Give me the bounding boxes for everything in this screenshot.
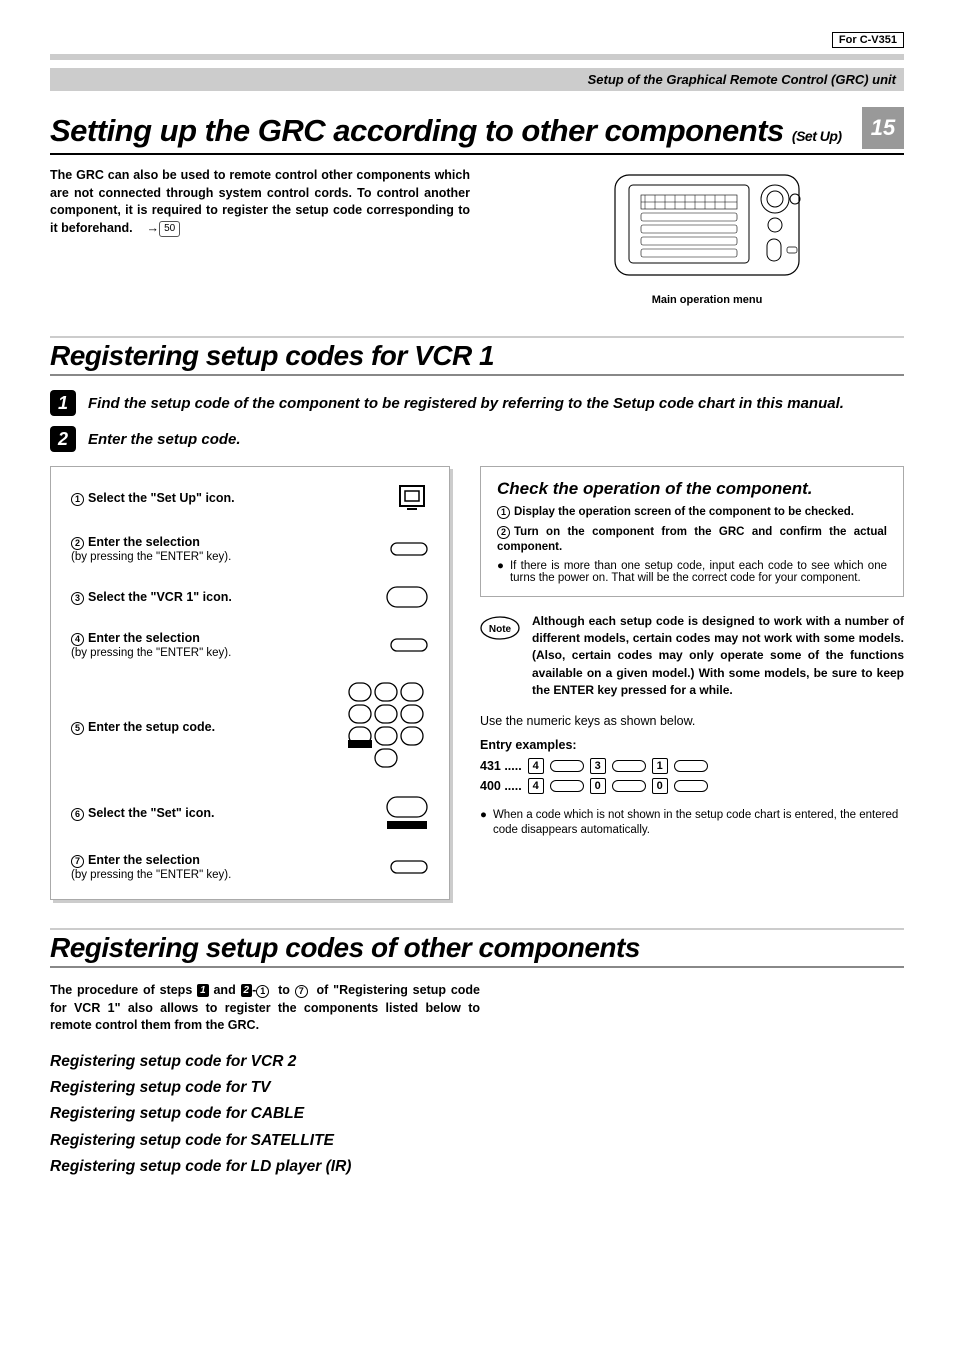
list-item: Registering setup code for VCR 2 [50, 1049, 904, 1075]
entry-example-2: 400 ..... 4 0 0 [480, 778, 904, 794]
intro-paragraph: The GRC can also be used to remote contr… [50, 167, 470, 306]
enter-key-icon [389, 637, 429, 653]
enter-key-icon [389, 859, 429, 875]
step-2-text: Enter the setup code. [88, 431, 241, 448]
note-text: Although each setup code is designed to … [532, 613, 904, 700]
check-title: Check the operation of the component. [497, 479, 887, 499]
setup-icon [395, 483, 429, 513]
step-badge-2: 2 [50, 426, 76, 452]
list-item: Registering setup code for LD player (IR… [50, 1154, 904, 1180]
entry-example-1: 431 ..... 4 3 1 [480, 758, 904, 774]
other-intro: The procedure of steps 1 and 2-1 to 7 of… [50, 982, 480, 1035]
list-item: Registering setup code for SATELLITE [50, 1128, 904, 1154]
set-icon [385, 795, 429, 831]
section-title: Setting up the GRC according to other co… [50, 113, 842, 149]
step-badge-1: 1 [50, 390, 76, 416]
figure-caption: Main operation menu [510, 294, 904, 306]
page-number: 15 [862, 107, 904, 149]
note-block: Note Although each setup code is designe… [480, 613, 904, 700]
enter-key-icon [389, 541, 429, 557]
svg-text:Note: Note [489, 624, 512, 635]
subsection-title: Registering setup codes of other compone… [50, 928, 904, 968]
register-list: Registering setup code for VCR 2 Registe… [50, 1049, 904, 1181]
device-illustration: Main operation menu [510, 167, 904, 306]
model-tag: For C-V351 [50, 30, 904, 48]
step-1-text: Find the setup code of the component to … [88, 395, 844, 412]
list-item: Registering setup code for CABLE [50, 1101, 904, 1127]
page-ref: 50 [159, 221, 180, 237]
divider [50, 54, 904, 60]
numeric-keypad-icon [345, 681, 429, 773]
breadcrumb: Setup of the Graphical Remote Control (G… [50, 68, 904, 91]
subsection-title: Registering setup codes for VCR 1 [50, 336, 904, 376]
check-operation-box: Check the operation of the component. 1D… [480, 466, 904, 597]
entry-heading: Entry examples: [480, 738, 904, 752]
entry-lead: Use the numeric keys as shown below. [480, 714, 904, 728]
vcr1-icon [385, 585, 429, 609]
auto-disappear-note: ●When a code which is not shown in the s… [480, 808, 904, 839]
note-icon: Note [480, 615, 520, 641]
procedure-panel: 1Select the "Set Up" icon. 2Enter the se… [50, 466, 450, 900]
list-item: Registering setup code for TV [50, 1075, 904, 1101]
